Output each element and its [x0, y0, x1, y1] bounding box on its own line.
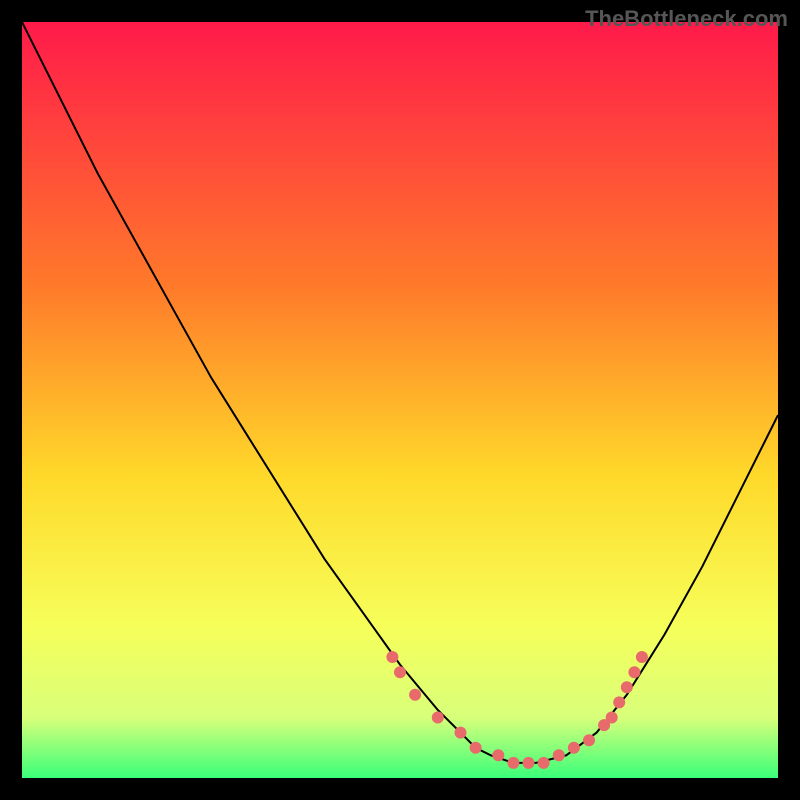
- data-marker: [507, 757, 519, 769]
- data-marker: [628, 666, 640, 678]
- data-marker: [386, 651, 398, 663]
- plot-area: [22, 22, 778, 778]
- data-marker: [538, 757, 550, 769]
- data-marker: [636, 651, 648, 663]
- data-marker: [432, 712, 444, 724]
- data-marker: [455, 727, 467, 739]
- data-marker: [613, 696, 625, 708]
- data-marker: [606, 712, 618, 724]
- watermark-text: TheBottleneck.com: [585, 6, 788, 32]
- data-marker: [492, 749, 504, 761]
- chart-container: TheBottleneck.com: [0, 0, 800, 800]
- data-marker: [394, 666, 406, 678]
- data-marker: [583, 734, 595, 746]
- data-marker: [553, 749, 565, 761]
- data-marker: [568, 742, 580, 754]
- data-marker: [470, 742, 482, 754]
- data-marker: [523, 757, 535, 769]
- data-marker: [621, 681, 633, 693]
- data-marker: [409, 689, 421, 701]
- chart-svg: [22, 22, 778, 778]
